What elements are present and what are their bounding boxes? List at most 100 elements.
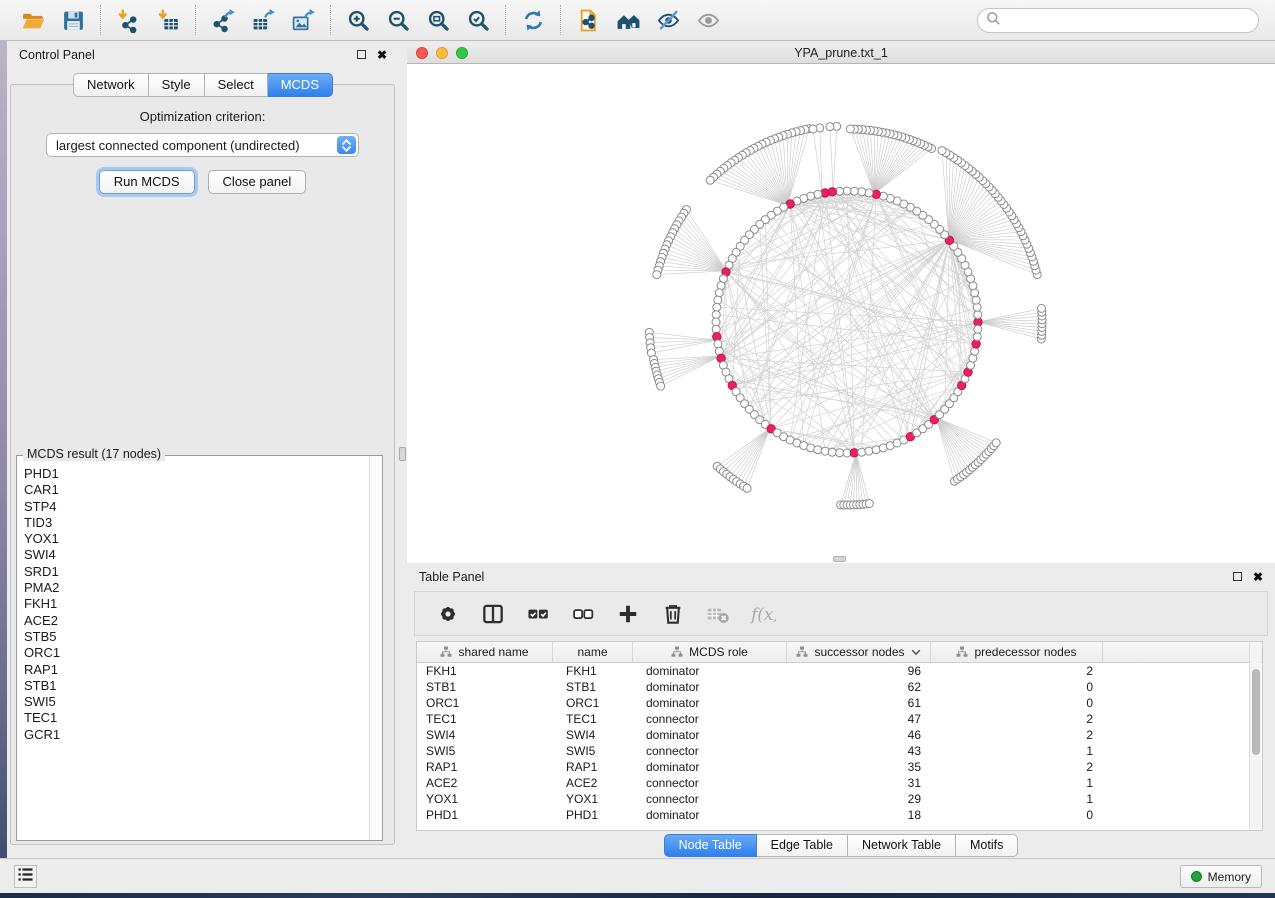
houses-button[interactable] [614,6,642,34]
table-row[interactable]: YOX1YOX1connector291 [417,791,1262,807]
table-row[interactable]: TEC1TEC1connector472 [417,711,1262,727]
save-button[interactable] [59,6,87,34]
hide-graphics-button[interactable] [654,6,682,34]
control-panel-close-icon[interactable]: ✖ [377,49,387,61]
table-row[interactable]: RAP1RAP1dominator352 [417,759,1262,775]
import-table-icon [156,8,181,33]
mcds-result-item[interactable]: STB1 [24,678,369,694]
column-header-predecessor-nodes[interactable]: predecessor nodes [931,642,1103,662]
table-row[interactable]: PHD1PHD1dominator180 [417,807,1262,823]
table-row[interactable]: STB1STB1dominator620 [417,679,1262,695]
toolbar-group [506,6,560,34]
mcds-result-item[interactable]: ORC1 [24,645,369,661]
toolbar-group [561,6,735,34]
criterion-select-value: largest connected component (undirected) [56,138,300,153]
refresh-layout-button[interactable] [519,6,547,34]
horizontal-splitter-grip[interactable] [833,556,846,562]
control-panel-float-icon[interactable] [357,50,366,59]
tab-network-table[interactable]: Network Table [848,834,956,857]
search-box[interactable] [977,8,1259,33]
import-table-button[interactable] [154,6,182,34]
zoom-out-button[interactable] [384,6,412,34]
zoom-selected-button[interactable] [464,6,492,34]
network-nodes[interactable] [645,122,1046,509]
open-folder-button[interactable] [19,6,47,34]
svg-text:f(x): f(x) [750,603,776,623]
tab-node-table[interactable]: Node Table [664,834,757,857]
mcds-result-item[interactable]: GCR1 [24,727,369,743]
mcds-result-item[interactable]: STB5 [24,629,369,645]
deselect-all-button[interactable] [570,601,596,627]
task-history-button[interactable] [14,865,37,888]
run-mcds-button[interactable]: Run MCDS [99,170,195,194]
split-columns-button[interactable] [480,601,506,627]
mcds-result-scrollbar[interactable] [369,456,382,840]
column-header-successor-nodes[interactable]: successor nodes [787,642,931,662]
network-window-titlebar[interactable]: YPA_prune.txt_1 [407,43,1275,64]
search-input[interactable] [1001,13,1258,28]
tab-motifs[interactable]: Motifs [956,834,1018,857]
tab-edge-table[interactable]: Edge Table [757,834,848,857]
table-scrollbar-thumb[interactable] [1252,669,1260,755]
memory-button[interactable]: Memory [1180,865,1262,888]
minimize-traffic-light[interactable] [436,47,448,59]
import-network-button[interactable] [114,6,142,34]
share-document-button[interactable] [574,6,602,34]
toolbar-group [6,6,100,34]
mcds-result-item[interactable]: YOX1 [24,531,369,547]
table-row[interactable]: SWI5SWI5connector431 [417,743,1262,759]
table-panel-close-icon[interactable]: ✖ [1253,571,1263,583]
table-scrollbar[interactable] [1249,643,1261,829]
mcds-result-item[interactable]: RAP1 [24,662,369,678]
table-row[interactable]: ORC1ORC1dominator610 [417,695,1262,711]
mcds-result-item[interactable]: STP4 [24,499,369,515]
table-panel-title: Table Panel [419,570,484,584]
add-button[interactable] [615,601,641,627]
tab-mcds[interactable]: MCDS [268,73,333,97]
mcds-result-item[interactable]: SRD1 [24,564,369,580]
tab-select[interactable]: Select [205,73,268,97]
delete-button[interactable] [660,601,686,627]
mcds-result-item[interactable]: TEC1 [24,710,369,726]
column-type-icon [956,646,968,658]
export-image-button[interactable] [289,6,317,34]
mcds-result-item[interactable]: PHD1 [24,466,369,482]
export-network-button[interactable] [209,6,237,34]
table-row[interactable]: SWI4SWI4dominator462 [417,727,1262,743]
search-icon [986,11,1001,31]
column-header-name[interactable]: name [553,642,633,662]
zoom-in-button[interactable] [344,6,372,34]
mcds-result-item[interactable]: PMA2 [24,580,369,596]
tab-style[interactable]: Style [149,73,205,97]
cell-shared_name: SWI4 [417,728,553,742]
vertical-splitter[interactable] [399,41,407,860]
mcds-result-item[interactable]: FKH1 [24,596,369,612]
export-table-button[interactable] [249,6,277,34]
mcds-result-item[interactable]: TID3 [24,515,369,531]
close-traffic-light[interactable] [416,47,428,59]
show-graphics-button[interactable] [694,6,722,34]
mcds-result-item[interactable]: SWI5 [24,694,369,710]
table-row[interactable]: FKH1FKH1dominator962 [417,663,1262,679]
delete-icon [660,601,686,627]
maximize-traffic-light[interactable] [456,47,468,59]
mcds-result-item[interactable]: CAR1 [24,482,369,498]
column-header-MCDS-role[interactable]: MCDS role [633,642,787,662]
table-row[interactable]: ACE2ACE2connector311 [417,775,1262,791]
mcds-result-item[interactable]: SWI4 [24,547,369,563]
cell-predecessors: 0 [931,808,1103,822]
select-all-button[interactable] [525,601,551,627]
criterion-select[interactable]: largest connected component (undirected) [46,133,359,157]
mcds-result-item[interactable]: ACE2 [24,613,369,629]
gear-button[interactable] [435,601,461,627]
vertical-splitter-grip[interactable] [399,447,406,461]
column-header-shared-name[interactable]: shared name [417,642,553,662]
close-panel-button[interactable]: Close panel [208,170,307,194]
zoom-fit-button[interactable] [424,6,452,34]
network-canvas[interactable] [407,64,1275,563]
tab-network[interactable]: Network [73,73,149,97]
table-panel-float-icon[interactable] [1233,572,1242,581]
import-network-icon [116,8,141,33]
network-graph[interactable] [407,64,1275,563]
mcds-result-list[interactable]: PHD1CAR1STP4TID3YOX1SWI4SRD1PMA2FKH1ACE2… [18,459,369,839]
